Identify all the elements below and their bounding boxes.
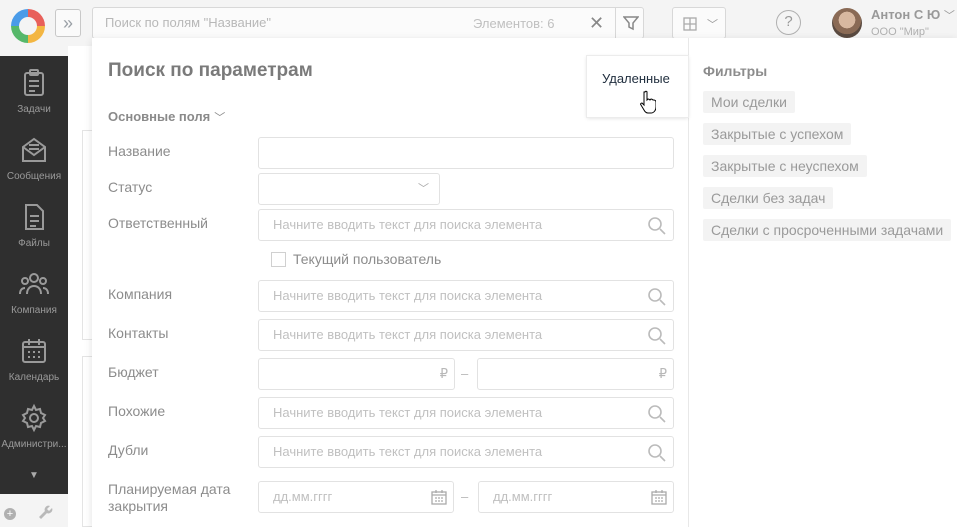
sidebar-item-label: Файлы	[18, 238, 50, 249]
field-label-status: Статус	[108, 179, 153, 195]
chevron-down-icon: ﹀	[943, 10, 955, 22]
company-input[interactable]: Начните вводить текст для поиска элемент…	[258, 280, 674, 312]
elements-count: Элементов: 6	[473, 16, 555, 31]
responsible-input[interactable]: Начните вводить текст для поиска элемент…	[258, 209, 674, 241]
sidebar-item-company[interactable]: Компания	[0, 269, 68, 333]
field-label-planned-close: Планируемая дата закрытия	[108, 481, 231, 514]
field-label-duplicates: Дубли	[108, 442, 149, 458]
sidebar-item-tasks[interactable]: Задачи	[0, 68, 68, 132]
placeholder-text: дд.мм.гггг	[273, 489, 333, 504]
name-input[interactable]	[258, 137, 674, 169]
field-label-name: Название	[108, 143, 171, 159]
filter-preset-closed-success[interactable]: Закрытые с успехом	[703, 123, 852, 145]
chevron-down-icon: ﹀	[214, 112, 226, 124]
sidebar-item-label: Компания	[11, 305, 57, 316]
filters-title: Фильтры	[703, 63, 768, 79]
tasks-icon	[24, 69, 44, 96]
placeholder-text: Начните вводить текст для поиска элемент…	[273, 288, 543, 303]
placeholder-text: Начните вводить текст для поиска элемент…	[273, 217, 543, 232]
search-icon	[648, 327, 666, 345]
help-icon[interactable]: ?	[776, 10, 801, 35]
deleted-link[interactable]: Удаленные	[602, 71, 670, 86]
planned-close-from-input[interactable]: дд.мм.гггг	[258, 481, 454, 513]
app-logo[interactable]	[11, 9, 45, 43]
view-mode-button[interactable]: ﹀	[672, 7, 726, 39]
placeholder-text: Начните вводить текст для поиска элемент…	[273, 327, 543, 342]
range-dash: –	[461, 366, 469, 381]
sidebar-item-files[interactable]: Файлы	[0, 202, 68, 266]
grid-icon	[683, 17, 697, 31]
clear-search-icon[interactable]: ✕	[589, 13, 604, 34]
files-icon	[25, 204, 44, 230]
current-user-label: Текущий пользователь	[293, 251, 442, 267]
placeholder-text: дд.мм.гггг	[493, 489, 553, 504]
chevron-down-icon: ﹀	[418, 183, 429, 195]
search-icon	[648, 217, 666, 235]
search-bar[interactable]: Элементов: 6 ✕	[92, 7, 644, 39]
calendar-icon	[431, 490, 447, 505]
chevron-down-icon: ﹀	[707, 19, 718, 31]
field-label-similar: Похожие	[108, 403, 166, 419]
current-user-checkbox[interactable]	[271, 252, 286, 267]
divider	[688, 38, 689, 527]
popup-title: Поиск по параметрам	[108, 60, 313, 81]
filter-preset-my-deals[interactable]: Мои сделки	[703, 91, 795, 113]
field-label-responsible: Ответственный	[108, 215, 208, 231]
search-input[interactable]	[105, 15, 445, 30]
ruble-icon: ₽	[658, 366, 667, 381]
search-params-popup: Поиск по параметрам Основные поля ﹀ Назва…	[92, 38, 957, 527]
budget-from-input[interactable]: ₽	[258, 358, 455, 390]
sidebar-item-label: Администри...	[1, 439, 67, 450]
calendar-icon	[651, 490, 667, 505]
expand-sidebar-button[interactable]: »	[55, 9, 81, 37]
main-fields-toggle[interactable]: Основные поля ﹀	[108, 109, 225, 125]
sidebar-item-calendar[interactable]: Календарь	[0, 336, 68, 400]
wrench-icon[interactable]	[38, 504, 54, 520]
sidebar-item-label: Задачи	[17, 104, 51, 115]
user-company: ООО "Мир"	[871, 26, 929, 38]
sidebar-item-label: Календарь	[8, 372, 60, 383]
messages-icon	[22, 137, 46, 162]
funnel-icon	[623, 16, 639, 31]
similar-input[interactable]: Начните вводить текст для поиска элемент…	[258, 397, 674, 429]
duplicates-input[interactable]: Начните вводить текст для поиска элемент…	[258, 436, 674, 468]
filter-preset-closed-failure[interactable]: Закрытые с неуспехом	[703, 155, 867, 177]
settings-icon	[21, 403, 47, 433]
sidebar-item-messages[interactable]: Сообщения	[0, 135, 68, 199]
hand-cursor-icon	[640, 90, 656, 114]
sidebar-item-label: Сообщения	[6, 171, 62, 182]
contacts-input[interactable]: Начните вводить текст для поиска элемент…	[258, 319, 674, 351]
planned-close-to-input[interactable]: дд.мм.гггг	[478, 481, 674, 513]
sidebar-bottom: +	[0, 494, 68, 527]
field-label-contacts: Контакты	[108, 325, 169, 341]
calendar-icon	[22, 339, 46, 363]
avatar[interactable]	[832, 8, 862, 38]
search-icon	[648, 405, 666, 423]
add-icon[interactable]: +	[4, 508, 16, 520]
filter-preset-no-tasks[interactable]: Сделки без задач	[703, 187, 834, 209]
budget-to-input[interactable]: ₽	[477, 358, 674, 390]
user-name[interactable]: Антон С Ю ﹀	[871, 7, 955, 23]
sidebar: Задачи Сообщения Файлы Компания Календар…	[0, 0, 68, 527]
filter-preset-overdue-tasks[interactable]: Сделки с просроченными задачами	[703, 219, 952, 241]
range-dash: –	[461, 489, 469, 504]
sidebar-item-admin[interactable]: Администри...	[0, 403, 68, 467]
status-select[interactable]: ﹀	[258, 173, 440, 205]
filter-button[interactable]	[615, 8, 645, 38]
placeholder-text: Начните вводить текст для поиска элемент…	[273, 405, 543, 420]
ruble-icon: ₽	[439, 366, 448, 381]
company-icon	[19, 273, 49, 295]
search-icon	[648, 288, 666, 306]
deleted-card: Удаленные	[587, 56, 688, 117]
sidebar-more-chevron-icon[interactable]: ▼	[0, 470, 68, 490]
field-label-budget: Бюджет	[108, 364, 159, 380]
placeholder-text: Начните вводить текст для поиска элемент…	[273, 444, 543, 459]
field-label-company: Компания	[108, 286, 173, 302]
search-icon	[648, 444, 666, 462]
